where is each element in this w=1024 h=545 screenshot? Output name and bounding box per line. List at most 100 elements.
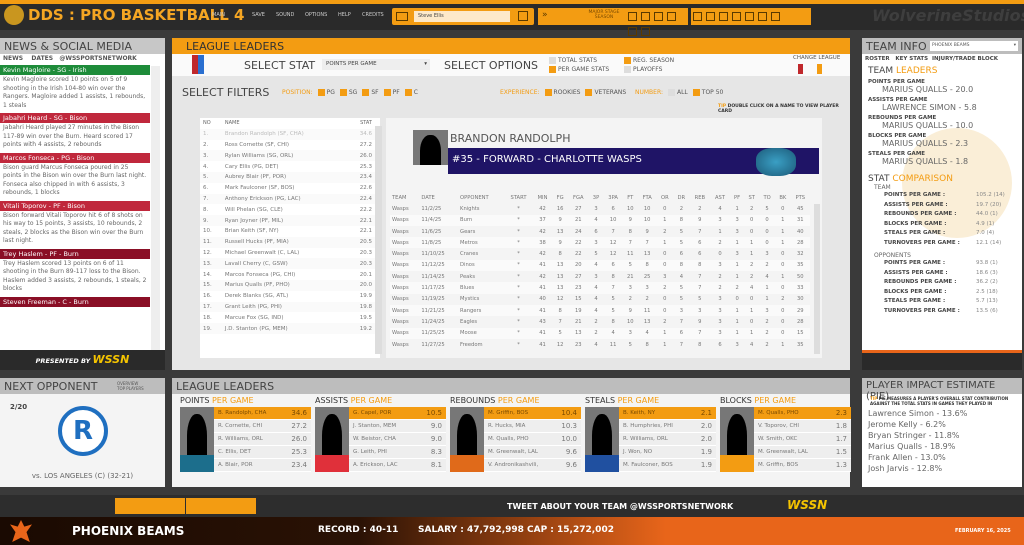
pie-item[interactable]: Bryan Stringer - 11.8% — [862, 430, 1022, 441]
leader-row[interactable]: J. Won, NO 1.9 — [619, 446, 716, 459]
leader-row[interactable]: J. Stanton, MEM 9.0 — [349, 420, 446, 433]
pie-item[interactable]: Josh Jarvis - 12.8% — [862, 463, 1022, 474]
leader-row[interactable]: M. Griffin, BOS 1.3 — [754, 459, 851, 472]
player-name[interactable]: Marcos Fonseca (PG, CHI) — [222, 269, 348, 280]
leader-row[interactable]: B. Randolph, CHA 34.6 — [214, 407, 311, 420]
player-name[interactable]: J.D. Stanton (PG, MEM) — [222, 323, 348, 334]
checkbox-icon[interactable] — [317, 89, 325, 96]
leader-photo[interactable] — [180, 407, 214, 455]
trade-icon[interactable] — [771, 12, 780, 21]
calendar-icon[interactable] — [732, 12, 741, 21]
leader-row[interactable]: 7. Anthony Erickson (PG, LAC) 22.4 — [200, 193, 375, 205]
tweet-text[interactable]: TWEET ABOUT YOUR TEAM @WSSPORTSNETWORK — [507, 502, 733, 511]
pie-item[interactable]: Marius Qualls - 18.9% — [862, 441, 1022, 452]
player-name[interactable]: Anthony Erickson (PG, LAC) — [222, 194, 348, 205]
checkbox-icon[interactable] — [383, 89, 391, 96]
leader-row[interactable]: 13. Lavall Cherry (C, GSW) 20.3 — [200, 258, 375, 270]
leader-row[interactable]: 16. Derek Blanks (SG, ATL) 19.9 — [200, 291, 375, 302]
leader-row[interactable]: 3. Rylan Williams (SG, ORL) 26.0 — [200, 150, 375, 162]
player-name[interactable]: Ryan Joyner (PF, MIL) — [222, 215, 348, 226]
team-leader-value[interactable]: MARIUS QUALLS - 20.0 — [868, 85, 1022, 94]
home-icon[interactable] — [628, 12, 637, 21]
image-icon[interactable] — [758, 12, 767, 21]
leader-row[interactable]: 10. Brian Keith (SF, NY) 22.1 — [200, 226, 375, 237]
advance-icon[interactable]: » — [542, 10, 548, 20]
finance-icon[interactable] — [628, 27, 637, 36]
player-name[interactable]: BRANDON RANDOLPH — [450, 132, 570, 145]
filter-rookies[interactable]: ROOKIES — [554, 89, 581, 96]
news-headline[interactable]: Marcos Fonseca - PG - Bison — [0, 152, 150, 163]
player-name[interactable]: Michael Greenwalt (C, LAL) — [222, 248, 348, 259]
team-leader-value[interactable]: MARIUS QUALLS - 10.0 — [868, 121, 1022, 130]
team-leader-value[interactable]: MARIUS QUALLS - 2.3 — [868, 139, 1022, 148]
leader-row[interactable]: R. Williams, ORL 26.0 — [214, 433, 311, 446]
player-name[interactable]: Russell Hucks (PF, MIA) — [222, 237, 348, 248]
injury-tab[interactable]: INJURY/TRADE BLOCK — [932, 56, 998, 62]
player-name[interactable]: Marcue Fox (SG, IND) — [222, 312, 348, 323]
news-headline[interactable]: Jabahri Heard - SG - Bison — [0, 113, 150, 123]
news-list[interactable]: Kevin Magloire - SG - Irish Kevin Magloir… — [0, 63, 150, 349]
menu-help[interactable]: HELP — [338, 12, 351, 18]
team-leader-value[interactable]: MARIUS QUALLS - 1.8 — [868, 157, 1022, 166]
tweet-button-1[interactable] — [115, 498, 185, 514]
menu-credits[interactable]: CREDITS — [362, 12, 384, 18]
player-name[interactable]: Brandon Randolph (SF, CHA) — [222, 129, 348, 140]
checkbox-icon[interactable] — [339, 89, 347, 96]
mail-icon[interactable] — [396, 12, 408, 21]
leader-row[interactable]: 1. Brandon Randolph (SF, CHA) 34.6 — [200, 128, 375, 140]
filter-position-pf[interactable]: PF — [393, 89, 400, 96]
leader-row[interactable]: B. Keith, NY 2.1 — [619, 407, 716, 420]
leader-row[interactable]: B. Humphries, PHI 2.0 — [619, 420, 716, 433]
player-name[interactable]: Mark Faulconer (SF, BOS) — [222, 183, 348, 194]
league-switch-1[interactable] — [798, 64, 803, 74]
game-log-scrollbar[interactable] — [814, 204, 820, 354]
leader-row[interactable]: 17. Grant Leith (PG, PHI) 19.8 — [200, 301, 375, 313]
dates-tab[interactable]: DATES — [31, 55, 53, 62]
leader-row[interactable]: 15. Marius Qualls (PF, PHO) 20.0 — [200, 279, 375, 291]
filter-top50[interactable]: TOP 50 — [702, 89, 724, 96]
leader-row[interactable]: A. Blair, POR 23.4 — [214, 459, 311, 472]
checkbox-icon[interactable] — [404, 89, 412, 96]
leader-row[interactable]: A. Erickson, LAC 8.1 — [349, 459, 446, 472]
news-headline[interactable]: Steven Freeman - C - Burn — [0, 296, 150, 307]
player-name[interactable]: Rylan Williams (SG, ORL) — [222, 150, 348, 161]
leader-row[interactable]: 14. Marcos Fonseca (PG, CHI) 20.1 — [200, 269, 375, 280]
pie-item[interactable]: Lawrence Simon - 13.6% — [862, 408, 1022, 419]
leader-row[interactable]: 5. Aubrey Blair (PF, POR) 23.4 — [200, 171, 375, 183]
building-icon[interactable] — [706, 12, 715, 21]
menu-main[interactable]: MAIN — [212, 12, 225, 18]
leader-row[interactable]: C. Ellis, DET 25.3 — [214, 446, 311, 459]
leader-row[interactable]: M. Griffin, BOS 10.4 — [484, 407, 581, 420]
filter-position-pg[interactable]: PG — [327, 89, 335, 96]
info-icon[interactable] — [745, 12, 754, 21]
player-name[interactable]: Lavall Cherry (C, GSW) — [222, 258, 348, 269]
player-name[interactable]: Marius Qualls (PF, PHO) — [222, 280, 348, 291]
menu-sound[interactable]: SOUND — [276, 12, 294, 18]
leader-photo[interactable] — [315, 407, 349, 455]
team-leader-value[interactable]: LAWRENCE SIMON - 5.8 — [868, 103, 1022, 112]
leader-row[interactable]: V. Andronikashvili, 9.6 — [484, 459, 581, 472]
pie-item[interactable]: Jerome Kelly - 6.2% — [862, 419, 1022, 430]
team-select[interactable]: PHOENIX BEAMS ▾ — [930, 41, 1018, 51]
mail-recipient-select[interactable]: Steve Ellis — [414, 11, 510, 22]
tweet-button-2[interactable] — [186, 498, 256, 514]
leader-row[interactable]: G. Capel, POR 10.5 — [349, 407, 446, 420]
trophy-icon[interactable] — [654, 12, 663, 21]
leader-row[interactable]: R. Cornette, CHI 27.2 — [214, 420, 311, 433]
filter-veterans[interactable]: VETERANS — [594, 89, 626, 96]
checkbox-icon[interactable] — [362, 89, 370, 96]
option-per-game[interactable]: PER GAME STATS — [544, 66, 609, 73]
team-icon[interactable] — [693, 12, 702, 21]
search-icon[interactable] — [641, 27, 650, 36]
leader-row[interactable]: 6. Mark Faulconer (SF, BOS) 22.6 — [200, 183, 375, 194]
leader-row[interactable]: 19. J.D. Stanton (PG, MEM) 19.2 — [200, 323, 375, 334]
option-reg-season[interactable]: REG. SEASON — [619, 57, 674, 64]
option-total-stats[interactable]: TOTAL STATS — [544, 57, 597, 64]
leader-row[interactable]: W. Smith, OKC 1.7 — [754, 433, 851, 446]
leader-row[interactable]: M. Greenwalt, LAL 1.5 — [754, 446, 851, 459]
leader-row[interactable]: M. Qualls, PHO 10.0 — [484, 433, 581, 446]
league-icon[interactable] — [641, 12, 650, 21]
top-players-link[interactable]: TOP PLAYERS — [117, 386, 144, 391]
player-name[interactable]: Grant Leith (PG, PHI) — [222, 302, 348, 313]
leader-row[interactable]: 2. Ross Cornette (SF, CHI) 27.2 — [200, 140, 375, 151]
